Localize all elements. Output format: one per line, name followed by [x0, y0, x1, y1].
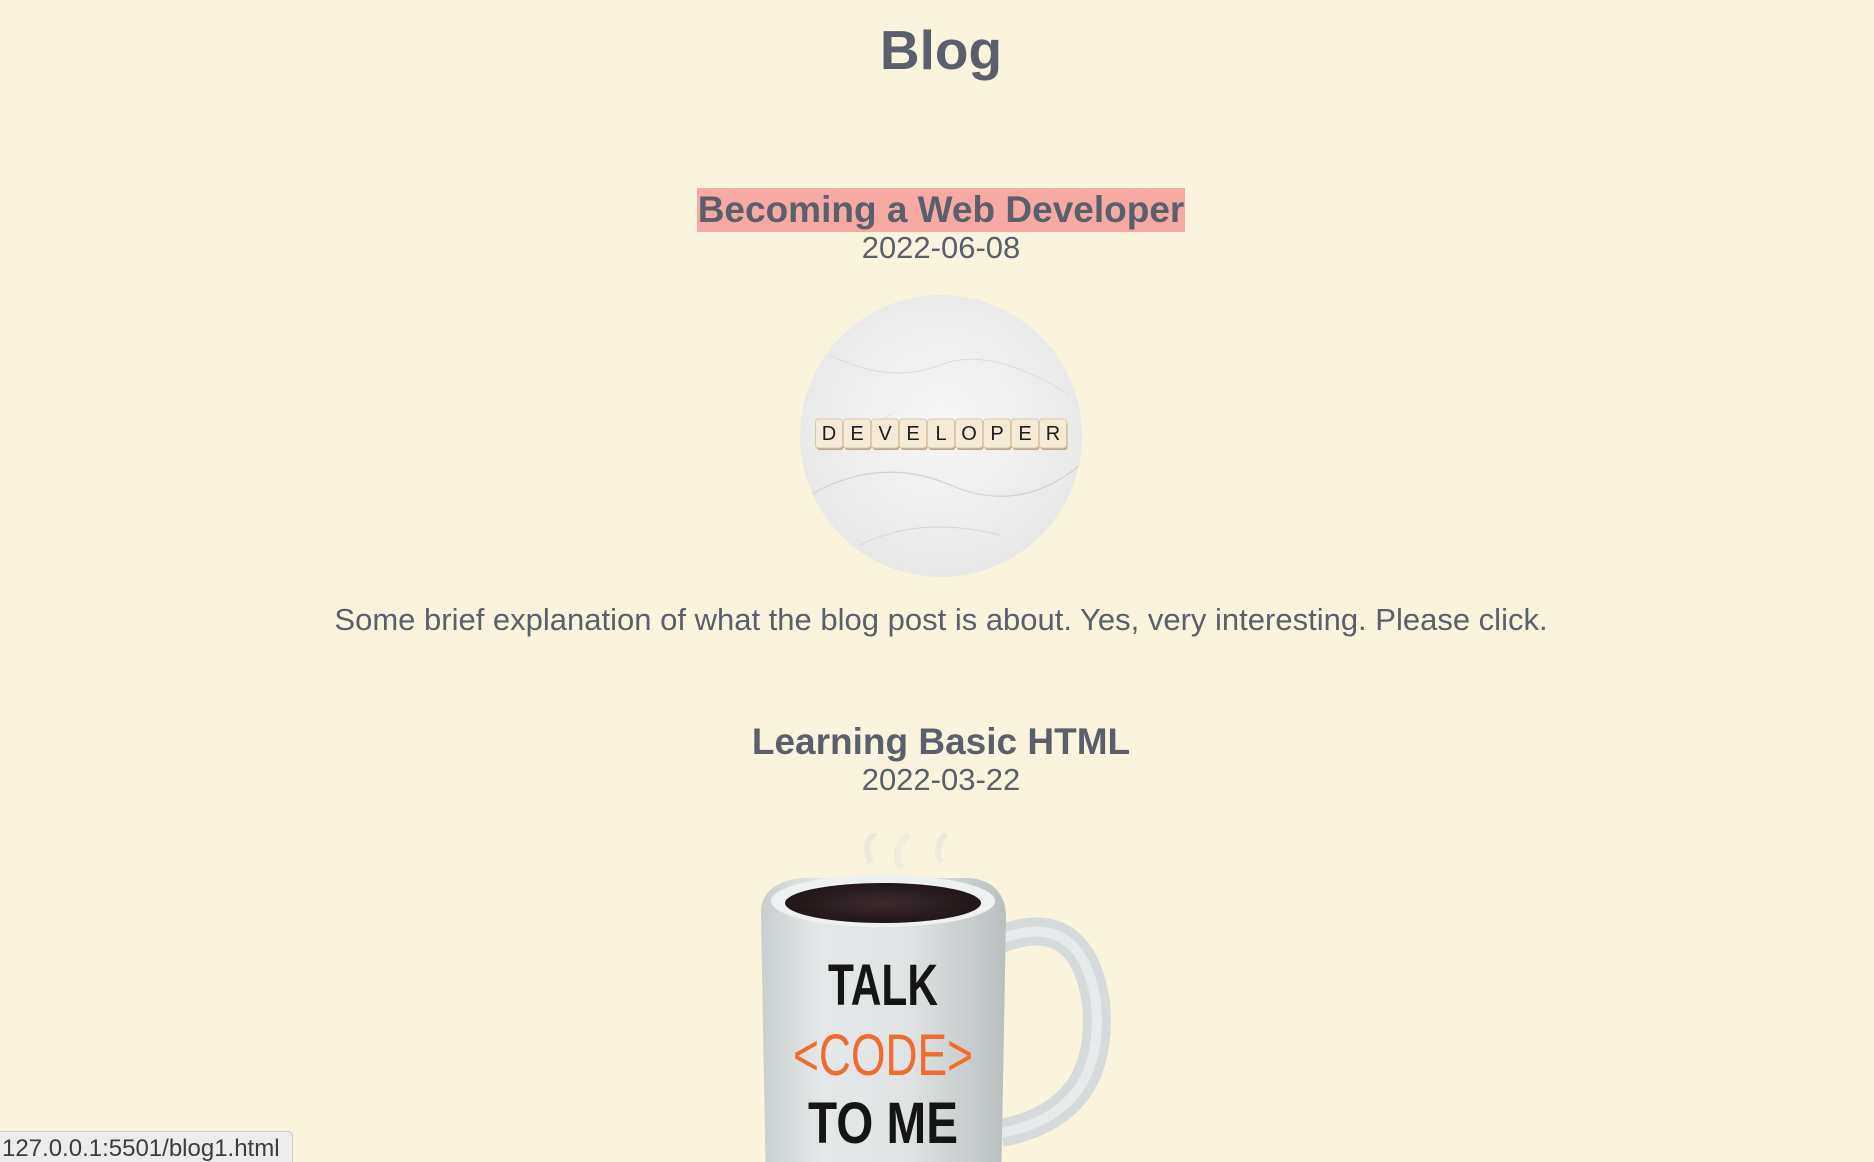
svg-text:E: E: [906, 423, 919, 445]
letter-tile: P: [983, 418, 1012, 450]
letter-tile: L: [927, 418, 956, 450]
svg-text:O: O: [961, 423, 977, 445]
post-date: 2022-03-22: [861, 762, 1021, 797]
svg-text:R: R: [1046, 423, 1060, 445]
post-title-link[interactable]: Learning Basic HTML: [751, 720, 1131, 764]
letter-tile: V: [871, 418, 900, 450]
browser-status-bar: 127.0.0.1:5501/blog1.html: [0, 1131, 293, 1162]
letter-tiles: DEVELOPER: [815, 418, 1068, 450]
page-title: Blog: [879, 19, 1003, 81]
letter-tile: E: [1011, 418, 1040, 450]
blog-post: Learning Basic HTML 2022-03-22 TALK <COD…: [0, 720, 1874, 1162]
svg-text:D: D: [822, 423, 836, 445]
scrabble-tiles-developer-image[interactable]: DEVELOPER: [800, 295, 1082, 577]
mug-text-code: <CODE>: [793, 1023, 973, 1088]
mug-text-talk: TALK: [828, 953, 938, 1018]
svg-text:L: L: [935, 423, 946, 445]
letter-tile: D: [815, 418, 844, 450]
letter-tile: R: [1039, 418, 1068, 450]
blog-page: Blog Becoming a Web Developer 2022-06-08: [0, 0, 1874, 1162]
post-excerpt: Some brief explanation of what the blog …: [334, 602, 1548, 637]
svg-text:E: E: [850, 423, 863, 445]
post-date: 2022-06-08: [861, 230, 1021, 265]
status-url: 127.0.0.1:5501/blog1.html: [2, 1135, 280, 1162]
mug-text-to-me: TO ME: [808, 1091, 958, 1156]
blog-post: Becoming a Web Developer 2022-06-08 DEVE…: [0, 188, 1874, 670]
svg-text:V: V: [878, 423, 892, 445]
letter-tile: E: [899, 418, 928, 450]
coffee-mug-image[interactable]: TALK <CODE> TO ME: [751, 833, 1131, 1162]
svg-text:E: E: [1018, 423, 1031, 445]
letter-tile: O: [955, 418, 984, 450]
letter-tile: E: [843, 418, 872, 450]
post-title-link[interactable]: Becoming a Web Developer: [696, 188, 1186, 232]
svg-text:P: P: [990, 423, 1003, 445]
